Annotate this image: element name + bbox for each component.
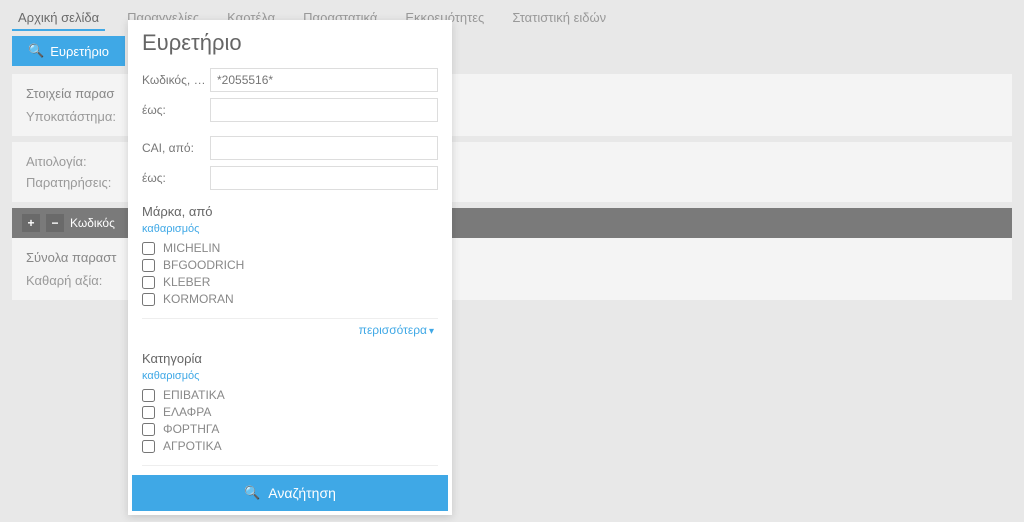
brand-label: BFGOODRICH xyxy=(163,258,244,272)
cai-from-label: CAI, από: xyxy=(142,141,210,155)
category-option[interactable]: ΕΠΙΒΑΤΙΚΑ xyxy=(142,388,438,402)
brand-label: KLEBER xyxy=(163,275,210,289)
code-to-label: έως: xyxy=(142,103,210,117)
cai-to-input[interactable] xyxy=(210,166,438,190)
brand-more-link[interactable]: περισσότερα▾ xyxy=(142,318,438,337)
brand-clear-link[interactable]: καθαρισμός xyxy=(142,223,199,235)
brand-label: KORMORAN xyxy=(163,292,234,306)
brand-checkbox[interactable] xyxy=(142,259,155,272)
index-modal: Ευρετήριο Κωδικός, α... έως: CAI, από: έ… xyxy=(128,20,452,515)
brand-checkbox[interactable] xyxy=(142,293,155,306)
cai-to-label: έως: xyxy=(142,171,210,185)
tab-home[interactable]: Αρχική σελίδα xyxy=(12,6,105,31)
category-section-title: Κατηγορία xyxy=(142,351,438,366)
category-checkbox[interactable] xyxy=(142,423,155,436)
category-checkbox[interactable] xyxy=(142,440,155,453)
category-label: ΑΓΡΟΤΙΚΑ xyxy=(163,439,222,453)
brand-option[interactable]: KLEBER xyxy=(142,275,438,289)
search-icon: 🔍 xyxy=(28,43,44,59)
search-button-label: Αναζήτηση xyxy=(268,485,336,501)
code-column-header: Κωδικός xyxy=(70,216,115,230)
category-more-link[interactable]: περισσότερα▾ xyxy=(142,465,438,471)
chevron-down-icon: ▾ xyxy=(429,326,434,337)
brand-section-title: Μάρκα, από xyxy=(142,204,438,219)
category-label: ΕΠΙΒΑΤΙΚΑ xyxy=(163,388,225,402)
brand-checkbox[interactable] xyxy=(142,276,155,289)
category-label: ΕΛΑΦΡΑ xyxy=(163,405,211,419)
search-button[interactable]: 🔍 Αναζήτηση xyxy=(132,475,448,511)
category-checkbox[interactable] xyxy=(142,389,155,402)
remove-row-button[interactable]: − xyxy=(46,214,64,232)
brand-checkbox[interactable] xyxy=(142,242,155,255)
index-button[interactable]: 🔍 Ευρετήριο xyxy=(12,36,125,66)
code-from-input[interactable] xyxy=(210,68,438,92)
category-checkbox[interactable] xyxy=(142,406,155,419)
code-to-input[interactable] xyxy=(210,98,438,122)
category-option[interactable]: ΦΟΡΤΗΓΑ xyxy=(142,422,438,436)
index-button-label: Ευρετήριο xyxy=(50,44,109,59)
brand-label: MICHELIN xyxy=(163,241,220,255)
tab-stats[interactable]: Στατιστική ειδών xyxy=(506,6,612,31)
brand-option[interactable]: KORMORAN xyxy=(142,292,438,306)
category-option[interactable]: ΕΛΑΦΡΑ xyxy=(142,405,438,419)
cai-from-input[interactable] xyxy=(210,136,438,160)
category-clear-link[interactable]: καθαρισμός xyxy=(142,370,199,382)
modal-body[interactable]: Κωδικός, α... έως: CAI, από: έως: Μάρκα,… xyxy=(128,68,452,471)
brand-option[interactable]: BFGOODRICH xyxy=(142,258,438,272)
category-option[interactable]: ΑΓΡΟΤΙΚΑ xyxy=(142,439,438,453)
code-from-label: Κωδικός, α... xyxy=(142,73,210,87)
modal-title: Ευρετήριο xyxy=(128,20,452,68)
category-label: ΦΟΡΤΗΓΑ xyxy=(163,422,219,436)
search-icon: 🔍 xyxy=(244,485,260,501)
add-row-button[interactable]: + xyxy=(22,214,40,232)
brand-option[interactable]: MICHELIN xyxy=(142,241,438,255)
